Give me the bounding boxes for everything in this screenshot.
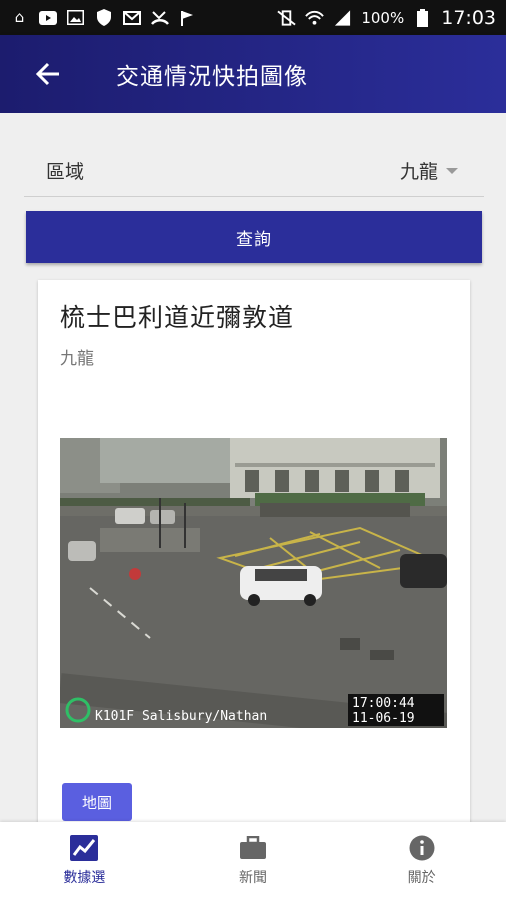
signal-icon <box>333 9 352 26</box>
region-selector-row: 區域 九龍 <box>24 145 484 197</box>
shield-icon <box>94 9 113 26</box>
page-title: 交通情況快拍圖像 <box>116 64 308 90</box>
region-dropdown[interactable]: 九龍 <box>400 157 458 184</box>
back-arrow-icon <box>35 62 59 86</box>
flag-icon <box>178 9 197 26</box>
traffic-camera-image[interactable]: K101F Salisbury/Nathan 17:00:44 11-06-19 <box>60 438 447 728</box>
briefcase-icon <box>239 835 267 861</box>
clock: 17:03 <box>441 6 496 29</box>
nav-item-about[interactable]: 關於 <box>337 822 506 900</box>
bottom-navigation: 數據選 新聞 關於 <box>0 822 506 900</box>
query-button[interactable]: 查詢 <box>26 211 482 263</box>
main-content[interactable]: 區域 九龍 查詢 梳士巴利道近彌敦道 九龍 K101F Salisbury/Na… <box>0 113 506 822</box>
camera-card: 梳士巴利道近彌敦道 九龍 K101F Salisbury/Nathan 17:0… <box>38 280 470 822</box>
youtube-icon <box>38 9 57 26</box>
traffic-scene-graphic: K101F Salisbury/Nathan 17:00:44 11-06-19 <box>60 438 447 728</box>
missed-call-icon <box>150 9 169 26</box>
dropdown-arrow-icon <box>446 167 458 174</box>
mail-icon <box>122 9 141 26</box>
battery-percent: 100% <box>361 8 405 27</box>
chart-icon <box>70 835 99 861</box>
status-icons-right: 100% 17:03 <box>277 7 496 29</box>
camera-date: 11-06-19 <box>352 711 415 726</box>
info-icon <box>408 835 436 861</box>
wifi-icon <box>305 9 325 26</box>
camera-time: 17:00:44 <box>352 696 415 711</box>
status-icons-left: ⌂ <box>10 9 197 26</box>
status-bar: ⌂ 100% 17:03 <box>0 0 506 35</box>
image-icon <box>66 9 85 26</box>
app-bar: 交通情況快拍圖像 <box>0 35 506 113</box>
nav-label-about: 關於 <box>407 870 436 886</box>
region-value: 九龍 <box>399 161 438 183</box>
camera-caption: K101F Salisbury/Nathan <box>95 709 267 724</box>
nav-item-data[interactable]: 數據選 <box>0 822 169 900</box>
camera-location-title: 梳士巴利道近彌敦道 <box>60 303 295 332</box>
region-label: 區域 <box>46 161 85 183</box>
vibrate-mute-icon <box>277 9 296 26</box>
home-icon: ⌂ <box>14 8 25 26</box>
map-button[interactable]: 地圖 <box>62 783 132 821</box>
camera-region: 九龍 <box>60 349 94 369</box>
nav-label-news: 新聞 <box>239 870 267 886</box>
nav-item-news[interactable]: 新聞 <box>169 822 338 900</box>
nav-label-data: 數據選 <box>63 870 106 886</box>
back-button[interactable] <box>18 35 78 113</box>
battery-icon <box>413 8 432 27</box>
